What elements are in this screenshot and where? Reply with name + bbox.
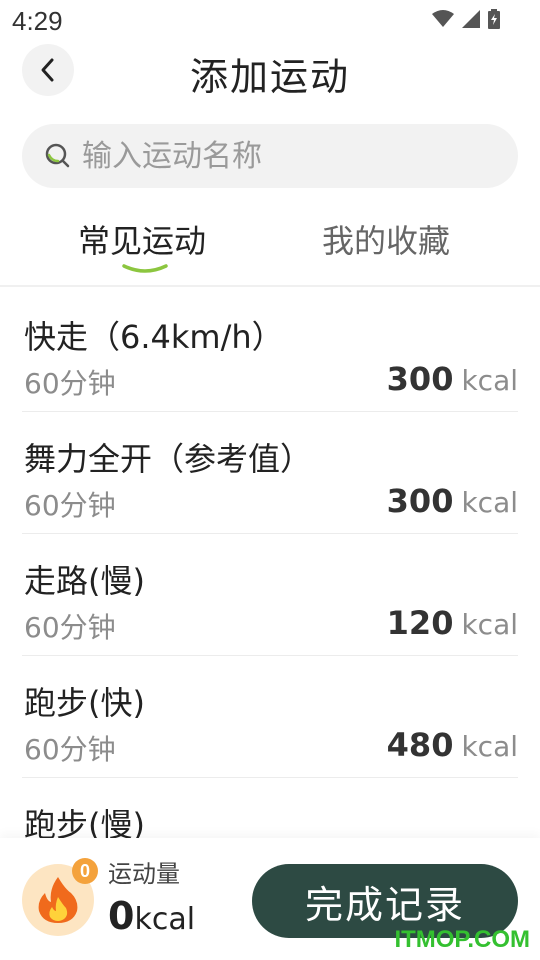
amount-value: 0kcal [108, 894, 195, 938]
exercise-list: 快走（6.4km/h） 60分钟 300 kcal 舞力全开（参考值） 60分钟 … [22, 290, 518, 900]
exercise-name: 走路(慢) [24, 562, 145, 600]
kcal-unit: kcal [461, 364, 518, 397]
exercise-duration: 60分钟 [24, 489, 116, 522]
exercise-duration: 60分钟 [24, 733, 116, 766]
exercise-name: 跑步(快) [24, 684, 145, 722]
search-input[interactable] [82, 138, 482, 174]
status-icons [432, 8, 500, 30]
page-title: 添加运动 [189, 55, 350, 99]
count-badge: 0 [72, 858, 98, 884]
exercise-item[interactable]: 舞力全开（参考值） 60分钟 300 kcal [22, 412, 518, 534]
exercise-kcal: 300 kcal [387, 360, 518, 398]
exercise-duration: 60分钟 [24, 367, 116, 400]
exercise-duration: 60分钟 [24, 611, 116, 644]
exercise-kcal: 300 kcal [387, 482, 518, 520]
wifi-icon [432, 10, 454, 27]
status-bar: 4:29 [0, 0, 540, 40]
amount-label: 运动量 [108, 860, 180, 888]
signal-icon [462, 10, 480, 28]
exercise-kcal: 480 kcal [387, 726, 518, 764]
exercise-kcal: 120 kcal [387, 604, 518, 642]
amount-number: 0 [108, 894, 135, 938]
watermark: ITMOP.COM [394, 926, 530, 953]
tab-bar: 常见运动 我的收藏 [0, 212, 540, 284]
kcal-unit: kcal [461, 486, 518, 519]
tab-common-exercises[interactable]: 常见运动 [78, 216, 206, 262]
search-icon [45, 143, 70, 168]
exercise-item[interactable]: 跑步(快) 60分钟 480 kcal [22, 656, 518, 778]
kcal-value: 300 [386, 482, 454, 520]
tab-my-favorites[interactable]: 我的收藏 [322, 216, 450, 262]
tab-active-indicator [122, 264, 168, 273]
divider [0, 285, 540, 287]
fire-icon [38, 877, 78, 923]
status-time: 4:29 [12, 6, 63, 36]
kcal-value: 120 [386, 604, 454, 642]
amount-unit: kcal [134, 902, 196, 937]
search-bar[interactable] [22, 124, 518, 188]
header: 添加运动 [0, 40, 540, 102]
battery-icon [488, 9, 500, 29]
exercise-name: 快走（6.4km/h） [24, 318, 284, 356]
exercise-item[interactable]: 快走（6.4km/h） 60分钟 300 kcal [22, 290, 518, 412]
kcal-value: 480 [386, 726, 454, 764]
kcal-unit: kcal [461, 730, 518, 763]
exercise-item[interactable]: 走路(慢) 60分钟 120 kcal [22, 534, 518, 656]
exercise-name: 舞力全开（参考值） [24, 440, 313, 478]
kcal-value: 300 [386, 360, 454, 398]
kcal-unit: kcal [461, 608, 518, 641]
